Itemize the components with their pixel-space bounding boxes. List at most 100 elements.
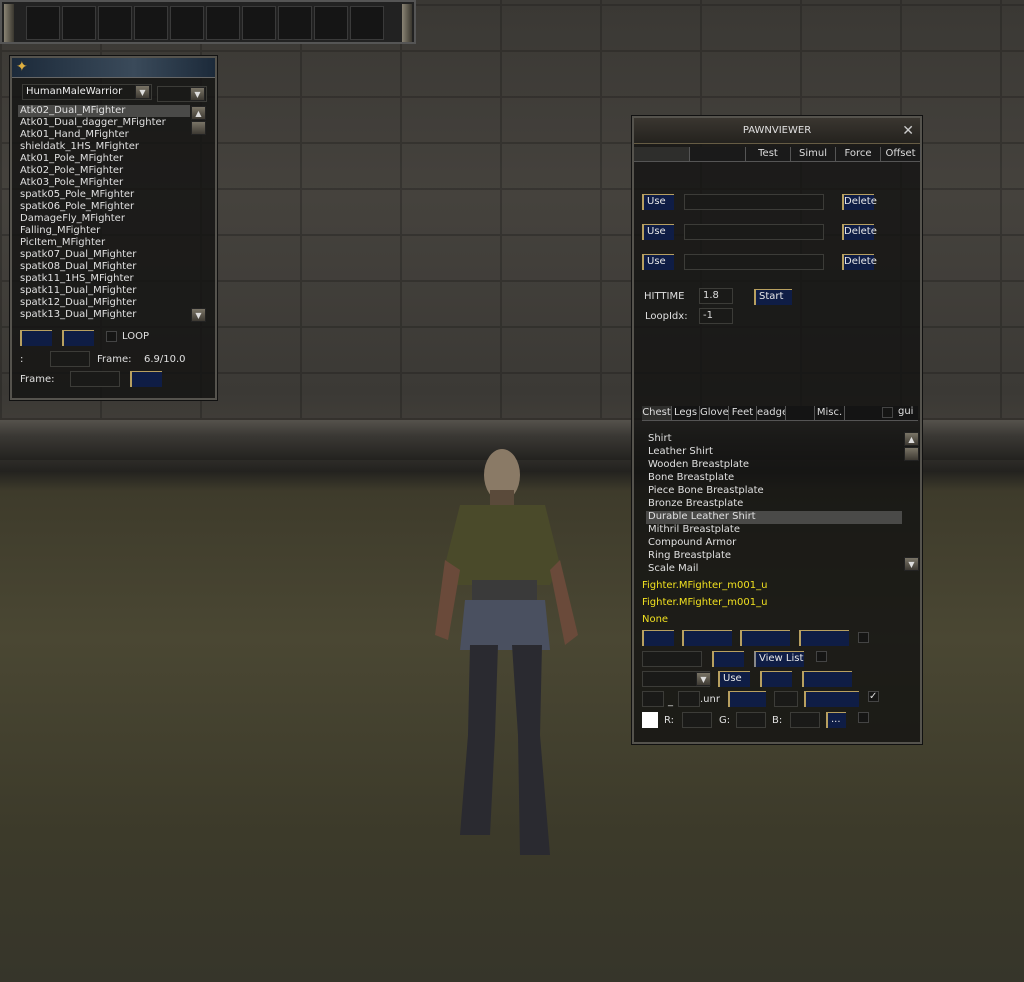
- list-item[interactable]: PicItem_MFighter: [18, 237, 190, 249]
- tab-chest[interactable]: Chest: [642, 406, 672, 420]
- slot-input-2[interactable]: [684, 224, 824, 240]
- color-swatch[interactable]: [642, 712, 658, 728]
- list-item[interactable]: Bronze Breastplate: [646, 498, 902, 511]
- option-input-1[interactable]: [642, 651, 702, 667]
- list-item[interactable]: spatk11_1HS_MFighter: [18, 273, 190, 285]
- checked-checkbox[interactable]: ✓: [868, 691, 879, 702]
- list-item[interactable]: Shirt: [646, 433, 902, 446]
- option-button-2[interactable]: [682, 630, 732, 646]
- option-checkbox-3[interactable]: [858, 712, 869, 723]
- hotbar-slot[interactable]: [314, 6, 348, 40]
- list-item[interactable]: spatk08_Dual_MFighter: [18, 261, 190, 273]
- scrollbar-thumb[interactable]: [904, 447, 919, 461]
- tab-feet[interactable]: Feet: [729, 406, 757, 420]
- tab-misc[interactable]: Misc.: [815, 406, 845, 420]
- list-item[interactable]: Falling_MFighter: [18, 225, 190, 237]
- suffix-input[interactable]: [678, 691, 700, 707]
- list-item[interactable]: Atk02_Pole_MFighter: [18, 165, 190, 177]
- use-button-3[interactable]: Use: [642, 254, 674, 270]
- delete-button-3[interactable]: Delete: [842, 254, 877, 270]
- list-item[interactable]: spatk05_Pole_MFighter: [18, 189, 190, 201]
- tab-test[interactable]: Test: [746, 147, 791, 161]
- tab-gloves[interactable]: Gloves: [700, 406, 729, 420]
- list-item[interactable]: spatk13_Dual_MFighter: [18, 309, 190, 321]
- delete-button-1[interactable]: Delete: [842, 194, 877, 210]
- color-picker-button[interactable]: ...: [826, 712, 846, 728]
- window-titlebar[interactable]: PAWNVIEWER ✕: [634, 118, 920, 144]
- tab-1[interactable]: [634, 147, 690, 161]
- hotbar-slot[interactable]: [170, 6, 204, 40]
- tab-force[interactable]: Force: [836, 147, 881, 161]
- animation-list[interactable]: Atk02_Dual_MFighter Atk01_Dual_dagger_MFi…: [18, 105, 190, 321]
- slot-input-1[interactable]: [684, 194, 824, 210]
- scrollbar-thumb[interactable]: [191, 121, 206, 135]
- hotbar-slot[interactable]: [26, 6, 60, 40]
- option-checkbox-2[interactable]: [816, 651, 827, 662]
- scroll-up-icon[interactable]: ▲: [904, 432, 919, 446]
- chevron-down-icon[interactable]: ▼: [696, 672, 711, 686]
- window-titlebar[interactable]: ✦: [12, 58, 215, 78]
- hotbar-slot[interactable]: [62, 6, 96, 40]
- close-icon[interactable]: ✕: [902, 118, 914, 144]
- list-item[interactable]: Durable Leather Shirt: [646, 511, 902, 524]
- tab-2[interactable]: [690, 147, 746, 161]
- list-item[interactable]: Ring Breastplate: [646, 550, 902, 563]
- list-item[interactable]: Atk01_Pole_MFighter: [18, 153, 190, 165]
- tab-headgear[interactable]: eadge: [757, 406, 786, 420]
- use-button-1[interactable]: Use: [642, 194, 674, 210]
- list-item[interactable]: shieldatk_1HS_MFighter: [18, 141, 190, 153]
- loopidx-input[interactable]: -1: [699, 308, 733, 324]
- slot-input-3[interactable]: [684, 254, 824, 270]
- loop-checkbox[interactable]: [106, 331, 117, 342]
- tab-blank[interactable]: [786, 406, 815, 420]
- list-item[interactable]: Atk01_Hand_MFighter: [18, 129, 190, 141]
- frame-go-button[interactable]: [130, 371, 162, 387]
- chevron-down-icon[interactable]: ▼: [190, 87, 205, 101]
- list-item[interactable]: Atk02_Dual_MFighter: [18, 105, 190, 117]
- start-button[interactable]: Start: [754, 289, 792, 305]
- hotbar-slot[interactable]: [134, 6, 168, 40]
- frame-input[interactable]: [50, 351, 90, 367]
- g-input[interactable]: [736, 712, 766, 728]
- list-item[interactable]: Atk01_Dual_dagger_MFighter: [18, 117, 190, 129]
- hittime-input[interactable]: 1.8: [699, 288, 733, 304]
- list-item[interactable]: spatk07_Dual_MFighter: [18, 249, 190, 261]
- option-button-1[interactable]: [642, 630, 674, 646]
- frame-input-2[interactable]: [70, 371, 120, 387]
- use-button-4[interactable]: Use: [718, 671, 750, 687]
- tab-legs[interactable]: Legs: [672, 406, 700, 420]
- list-item[interactable]: Leather Shirt: [646, 446, 902, 459]
- r-input[interactable]: [682, 712, 712, 728]
- hotbar-handle-right[interactable]: [402, 4, 412, 42]
- list-item[interactable]: spatk11_Dual_MFighter: [18, 285, 190, 297]
- list-item[interactable]: Mithril Breastplate: [646, 524, 902, 537]
- tab-offset[interactable]: Offset: [881, 147, 921, 161]
- option-button-3[interactable]: [740, 630, 790, 646]
- option-input-2[interactable]: [774, 691, 798, 707]
- scroll-up-icon[interactable]: ▲: [191, 106, 206, 120]
- hotbar-slot[interactable]: [350, 6, 384, 40]
- list-item[interactable]: DamageFly_MFighter: [18, 213, 190, 225]
- option-button-4[interactable]: [799, 630, 849, 646]
- option-checkbox-1[interactable]: [858, 632, 869, 643]
- use-button-2[interactable]: Use: [642, 224, 674, 240]
- list-item[interactable]: spatk06_Pole_MFighter: [18, 201, 190, 213]
- tab-simul[interactable]: Simul: [791, 147, 836, 161]
- class-select[interactable]: HumanMaleWarrior: [22, 84, 152, 100]
- option-button-6[interactable]: [760, 671, 792, 687]
- option-button-5[interactable]: [712, 651, 744, 667]
- gui-checkbox[interactable]: [882, 407, 893, 418]
- scroll-down-icon[interactable]: ▼: [904, 557, 919, 571]
- hotbar-slot[interactable]: [98, 6, 132, 40]
- delete-button-2[interactable]: Delete: [842, 224, 877, 240]
- b-input[interactable]: [790, 712, 820, 728]
- option-button-9[interactable]: [804, 691, 859, 707]
- hotbar-slot[interactable]: [206, 6, 240, 40]
- chevron-down-icon[interactable]: ▼: [135, 85, 150, 99]
- stop-button[interactable]: [62, 330, 94, 346]
- scroll-down-icon[interactable]: ▼: [191, 308, 206, 322]
- list-item[interactable]: Compound Armor: [646, 537, 902, 550]
- hotbar-slot[interactable]: [242, 6, 276, 40]
- option-button-7[interactable]: [802, 671, 852, 687]
- list-item[interactable]: Wooden Breastplate: [646, 459, 902, 472]
